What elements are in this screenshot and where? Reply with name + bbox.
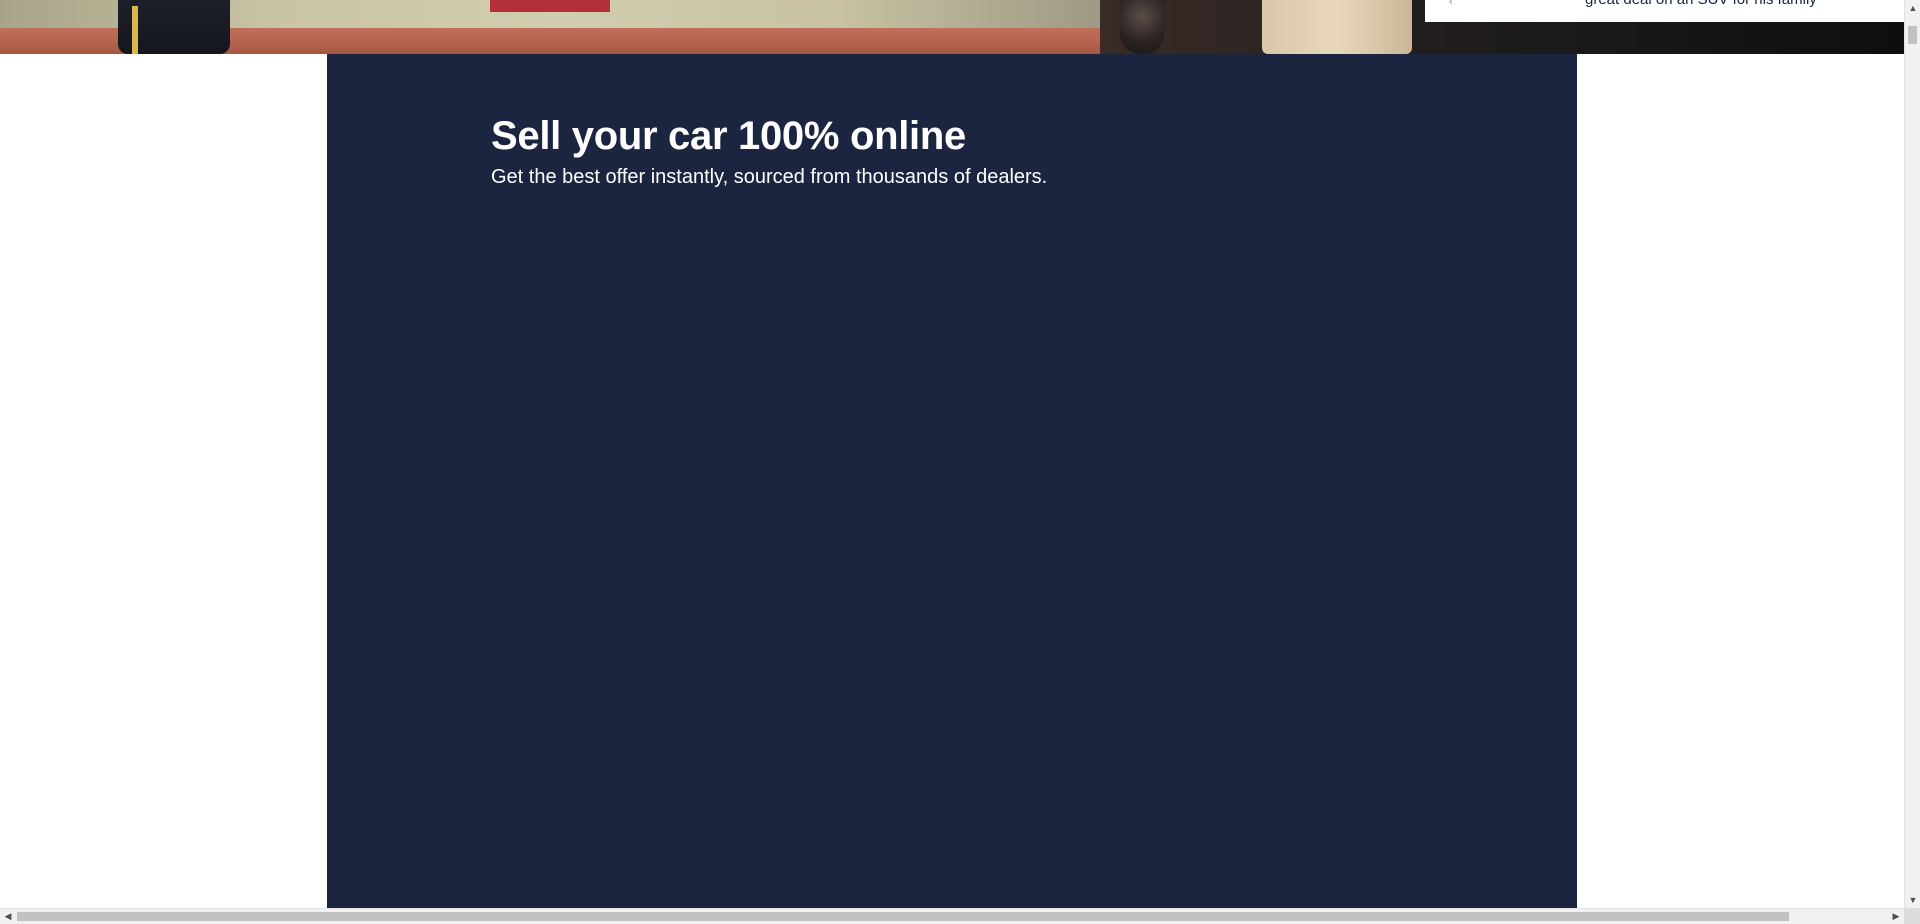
sell-section-subtitle: Get the best offer instantly, sourced fr… xyxy=(491,166,1048,188)
hero-person-left xyxy=(118,0,230,54)
scroll-down-arrow-icon[interactable]: ▼ xyxy=(1905,892,1920,908)
vertical-scroll-thumb[interactable] xyxy=(1908,26,1917,44)
horizontal-scroll-thumb[interactable] xyxy=(17,912,1789,921)
scrollbar-corner xyxy=(1904,908,1920,924)
hero-red-object xyxy=(490,0,610,12)
testimonial-card: ‹ great deal on an SUV for his family xyxy=(1425,0,1904,22)
sell-your-car-section: Sell your car 100% online Get the best o… xyxy=(327,54,1577,908)
page: ‹ great deal on an SUV for his family Se… xyxy=(0,0,1920,924)
hero-person-legs xyxy=(1262,0,1412,54)
testimonial-quote: great deal on an SUV for his family xyxy=(1585,0,1817,8)
quote-arrow-icon: ‹ xyxy=(1449,0,1453,8)
horizontal-scrollbar[interactable]: ◀ ▶ xyxy=(0,908,1904,924)
scroll-right-arrow-icon[interactable]: ▶ xyxy=(1888,909,1904,924)
sell-section-title: Sell your car 100% online xyxy=(491,114,966,158)
vertical-scrollbar[interactable]: ▲ ▼ xyxy=(1904,0,1920,908)
scroll-left-arrow-icon[interactable]: ◀ xyxy=(0,909,16,924)
scroll-up-arrow-icon[interactable]: ▲ xyxy=(1905,0,1920,16)
hero-tire xyxy=(1120,0,1164,54)
hero-jacket-stripe xyxy=(132,6,138,54)
